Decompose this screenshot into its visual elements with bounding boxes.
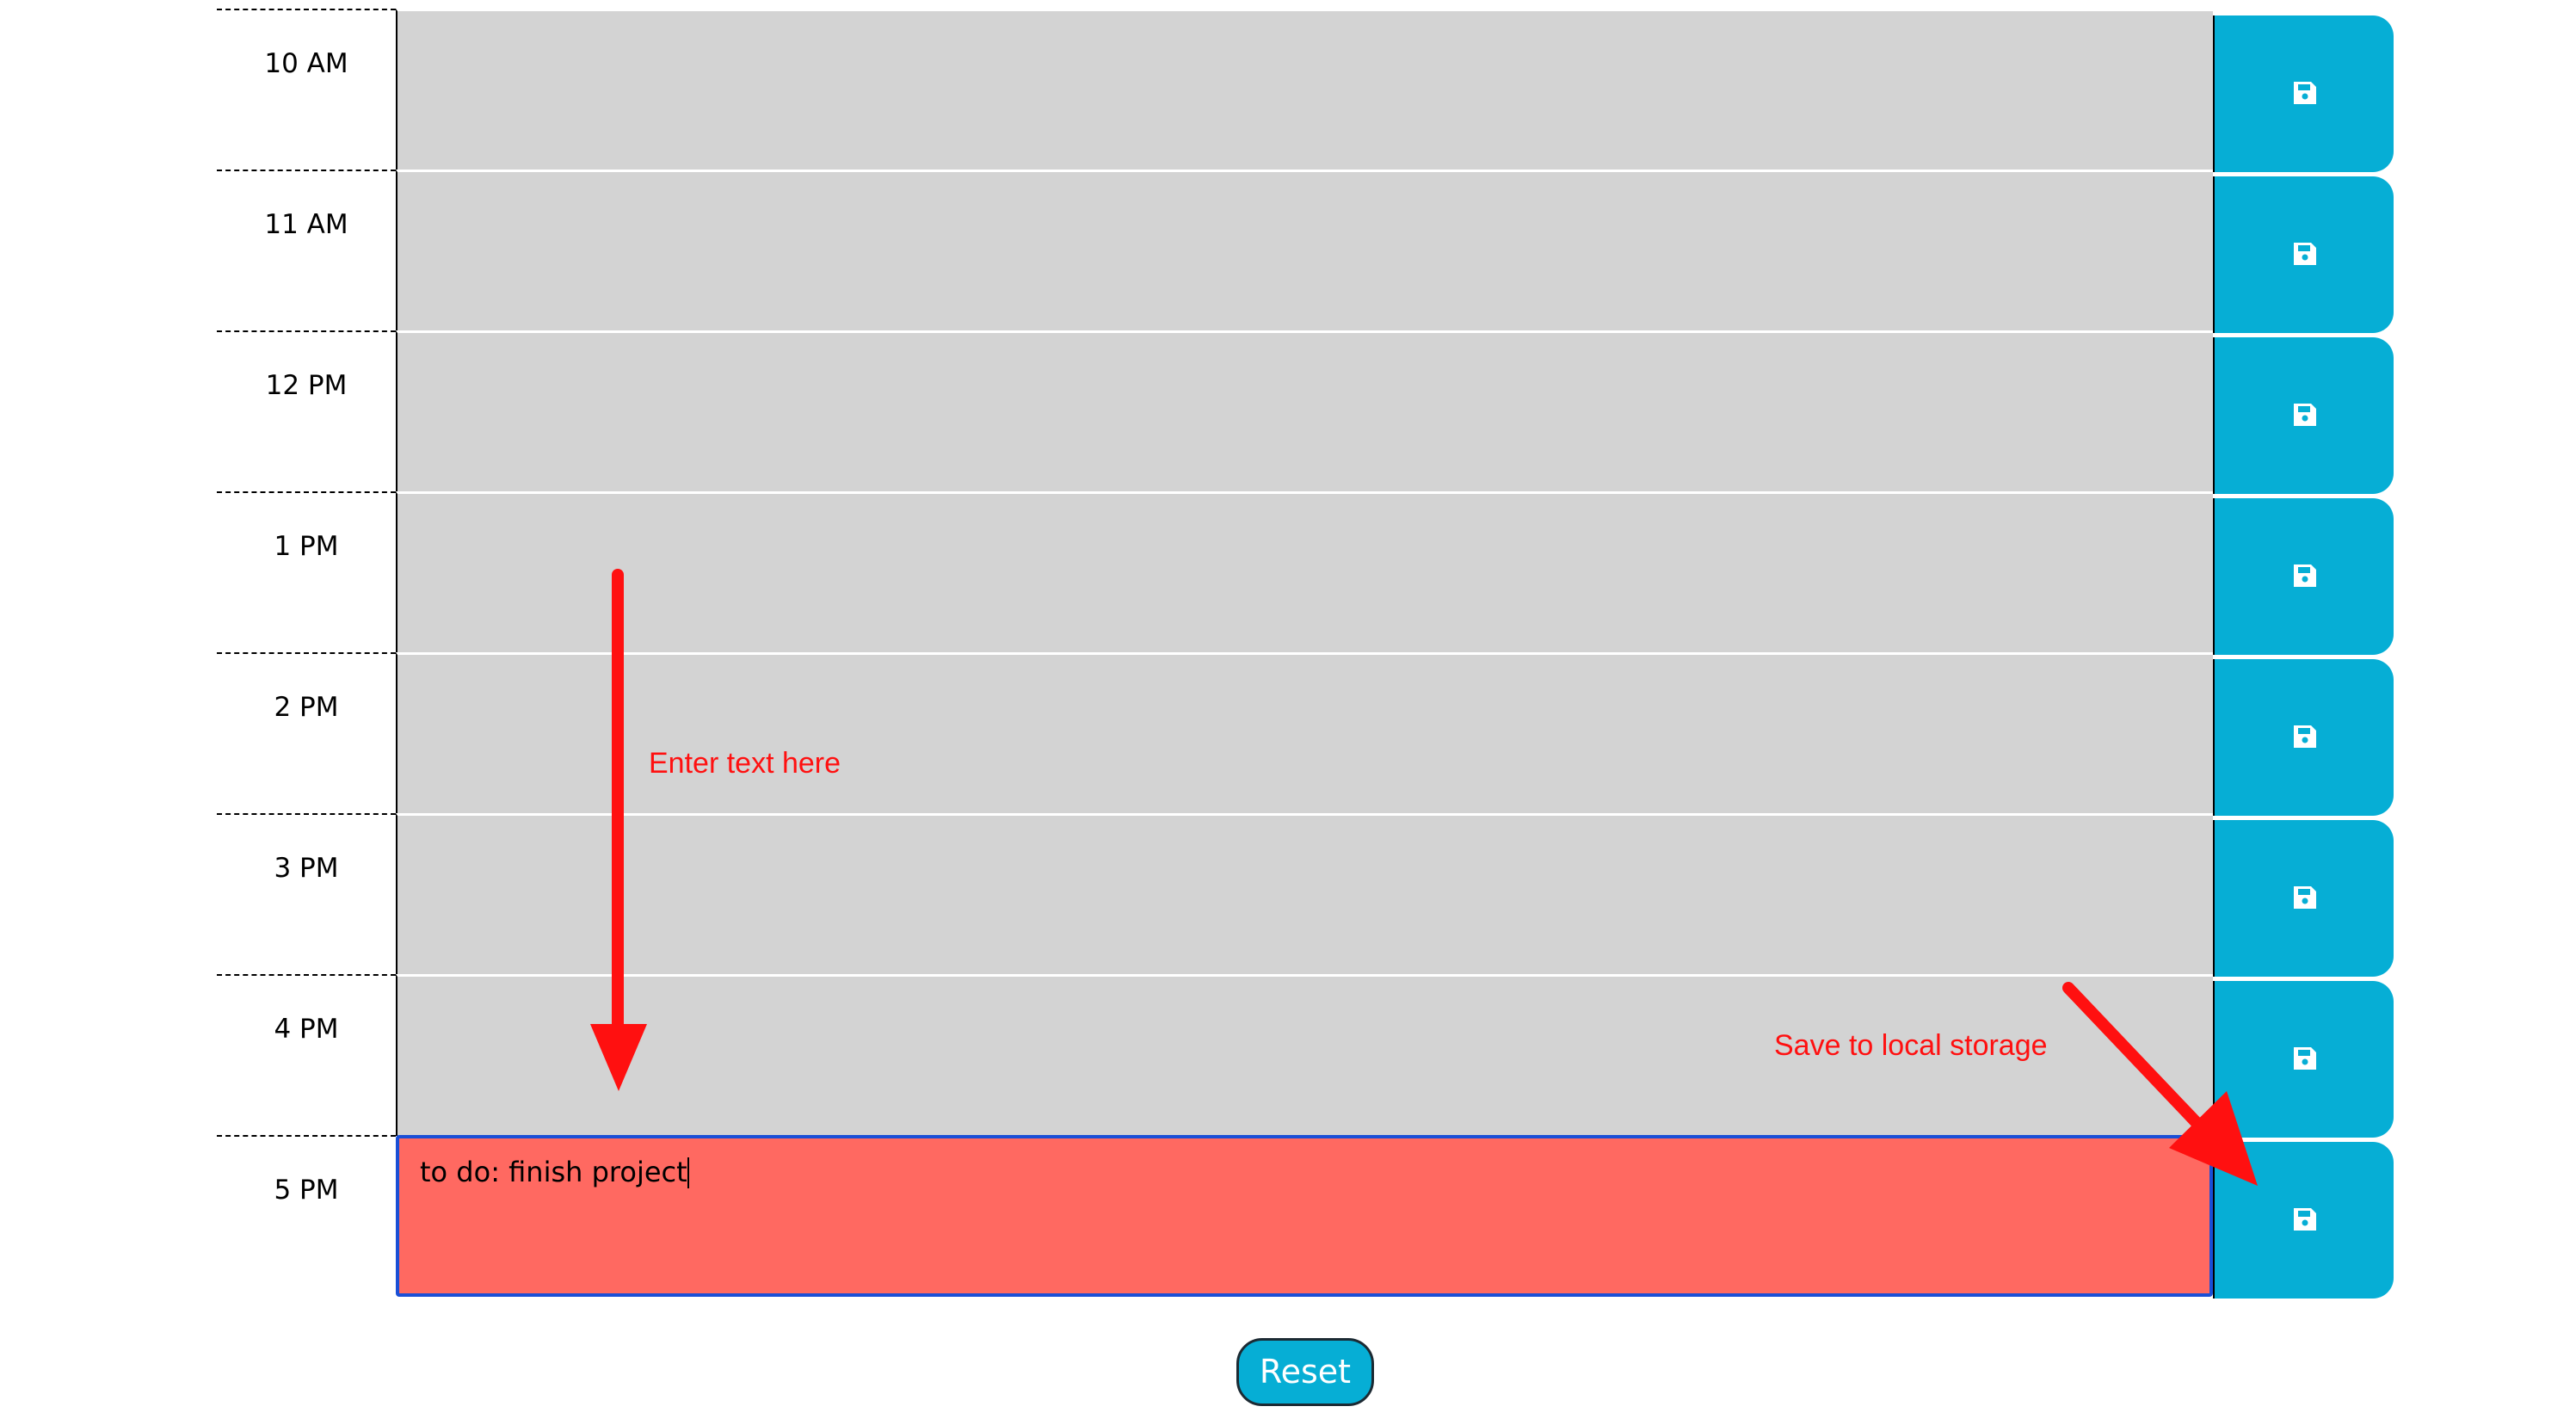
annotation-overlay [590, 569, 2258, 1186]
annotation-arrow-diagonal-shaft [2062, 982, 2207, 1133]
annotation-arrow-down-head [590, 1024, 647, 1091]
annotation-enter-text: Enter text here [649, 747, 841, 780]
annotation-save-local: Save to local storage [1774, 1029, 2048, 1062]
